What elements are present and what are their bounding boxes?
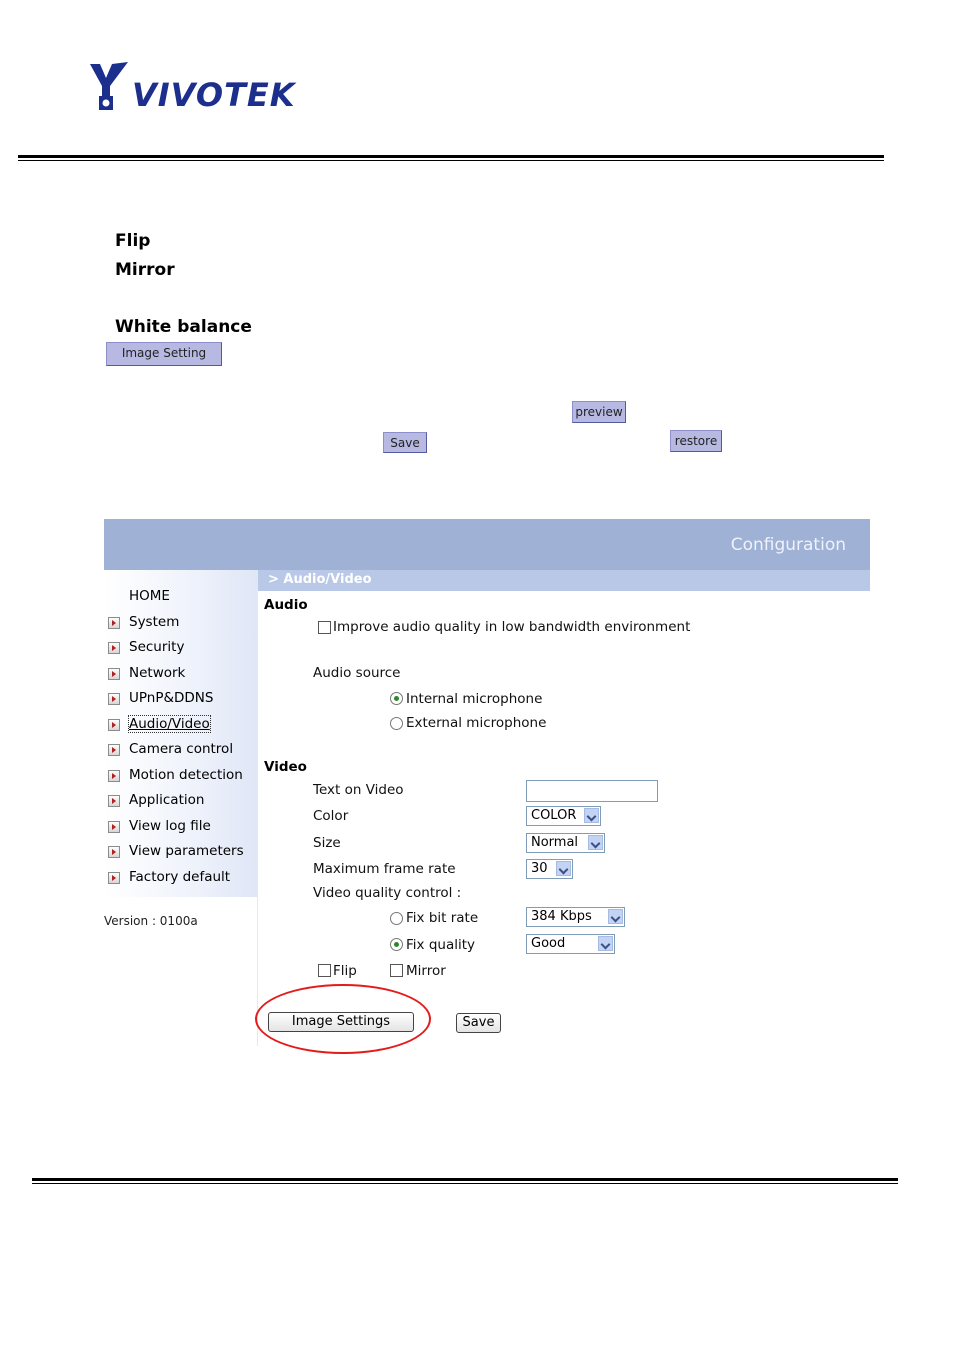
text-on-video-input[interactable] xyxy=(526,780,658,802)
sidebar-item-label: HOME xyxy=(129,588,170,604)
frame-rate-select[interactable]: 30 xyxy=(526,859,573,879)
sidebar-item-label: Motion detection xyxy=(129,767,243,783)
bit-rate-select[interactable]: 384 Kbps xyxy=(526,907,625,927)
sidebar-item-label: UPnP&DDNS xyxy=(129,690,214,706)
bit-rate-select-value: 384 Kbps xyxy=(531,909,592,924)
fix-quality-radio[interactable] xyxy=(390,938,403,951)
doc-save-button[interactable]: Save xyxy=(383,432,427,453)
color-label: Color xyxy=(313,808,349,824)
sidebar-item-label: Audio/Video xyxy=(128,715,211,733)
sidebar-divider xyxy=(257,570,258,1046)
term-white-balance: White balance xyxy=(115,317,252,337)
size-label: Size xyxy=(313,835,341,851)
config-save-button[interactable]: Save xyxy=(456,1013,501,1033)
internal-microphone-radio[interactable] xyxy=(390,692,403,705)
audio-source-label: Audio source xyxy=(313,665,401,681)
text-on-video-label: Text on Video xyxy=(313,782,404,798)
arrow-bullet-icon xyxy=(108,719,120,731)
arrow-bullet-icon xyxy=(108,821,120,833)
color-select[interactable]: COLOR xyxy=(526,806,601,826)
sidebar-item-label: Application xyxy=(129,792,205,808)
chevron-down-icon[interactable] xyxy=(598,936,613,951)
arrow-bullet-icon xyxy=(108,770,120,782)
arrow-bullet-icon xyxy=(108,795,120,807)
video-section-title: Video xyxy=(264,759,307,775)
flip-checkbox[interactable] xyxy=(318,964,331,977)
arrow-bullet-icon xyxy=(108,872,120,884)
external-microphone-radio[interactable] xyxy=(390,717,403,730)
arrow-bullet-icon xyxy=(108,846,120,858)
chevron-down-icon[interactable] xyxy=(608,909,623,924)
logo-mark-icon xyxy=(90,62,128,110)
size-select-value: Normal xyxy=(531,835,579,850)
fix-bit-rate-label: Fix bit rate xyxy=(406,910,479,926)
sidebar-item-label: View log file xyxy=(129,818,211,834)
video-quality-control-label: Video quality control : xyxy=(313,885,462,901)
sidebar-item-label: Security xyxy=(129,639,185,655)
image-setting-button[interactable]: Image Setting xyxy=(106,342,222,366)
chevron-down-icon[interactable] xyxy=(588,835,603,850)
header-rule xyxy=(18,155,884,161)
improve-audio-checkbox[interactable] xyxy=(318,621,331,634)
arrow-bullet-icon xyxy=(108,693,120,705)
fix-quality-label: Fix quality xyxy=(406,937,475,953)
mirror-checkbox[interactable] xyxy=(390,964,403,977)
banner-title: Configuration xyxy=(730,535,846,555)
restore-button[interactable]: restore xyxy=(670,430,722,452)
frame-rate-label: Maximum frame rate xyxy=(313,861,456,877)
frame-rate-select-value: 30 xyxy=(531,861,548,876)
arrow-bullet-icon xyxy=(108,642,120,654)
logo-wordmark: VIVOTEK xyxy=(132,76,296,114)
term-mirror: Mirror xyxy=(115,260,175,280)
quality-select-value: Good xyxy=(531,936,566,951)
internal-microphone-label: Internal microphone xyxy=(406,691,543,707)
sidebar-item-label: System xyxy=(129,614,180,630)
preview-button[interactable]: preview xyxy=(572,401,626,423)
arrow-bullet-icon xyxy=(108,744,120,756)
improve-audio-label: Improve audio quality in low bandwidth e… xyxy=(333,619,691,635)
term-flip: Flip xyxy=(115,231,151,251)
config-banner: Configuration xyxy=(104,519,870,570)
configuration-panel: Configuration HOME System Security Netwo… xyxy=(104,519,870,1049)
chevron-down-icon[interactable] xyxy=(556,861,571,876)
sidebar-item-label: Camera control xyxy=(129,741,234,757)
size-select[interactable]: Normal xyxy=(526,833,605,853)
arrow-bullet-icon xyxy=(108,668,120,680)
chevron-down-icon[interactable] xyxy=(584,808,599,823)
external-microphone-label: External microphone xyxy=(406,715,547,731)
sidebar-item-label: View parameters xyxy=(129,843,244,859)
sidebar-item-label: Factory default xyxy=(129,869,231,885)
breadcrumb: > Audio/Video xyxy=(258,570,870,591)
audio-section-title: Audio xyxy=(264,597,308,613)
color-select-value: COLOR xyxy=(531,808,577,823)
flip-label: Flip xyxy=(333,963,357,979)
mirror-label: Mirror xyxy=(406,963,446,979)
breadcrumb-text: > Audio/Video xyxy=(268,572,372,587)
fix-bit-rate-radio[interactable] xyxy=(390,912,403,925)
quality-select[interactable]: Good xyxy=(526,934,615,954)
version-label: Version : 0100a xyxy=(104,914,198,928)
footer-rule xyxy=(32,1178,898,1184)
sidebar: HOME System Security Network UPnP&DDNS A… xyxy=(104,570,257,897)
sidebar-item-label: Network xyxy=(129,665,186,681)
arrow-bullet-icon xyxy=(108,617,120,629)
highlight-circle xyxy=(255,984,431,1054)
